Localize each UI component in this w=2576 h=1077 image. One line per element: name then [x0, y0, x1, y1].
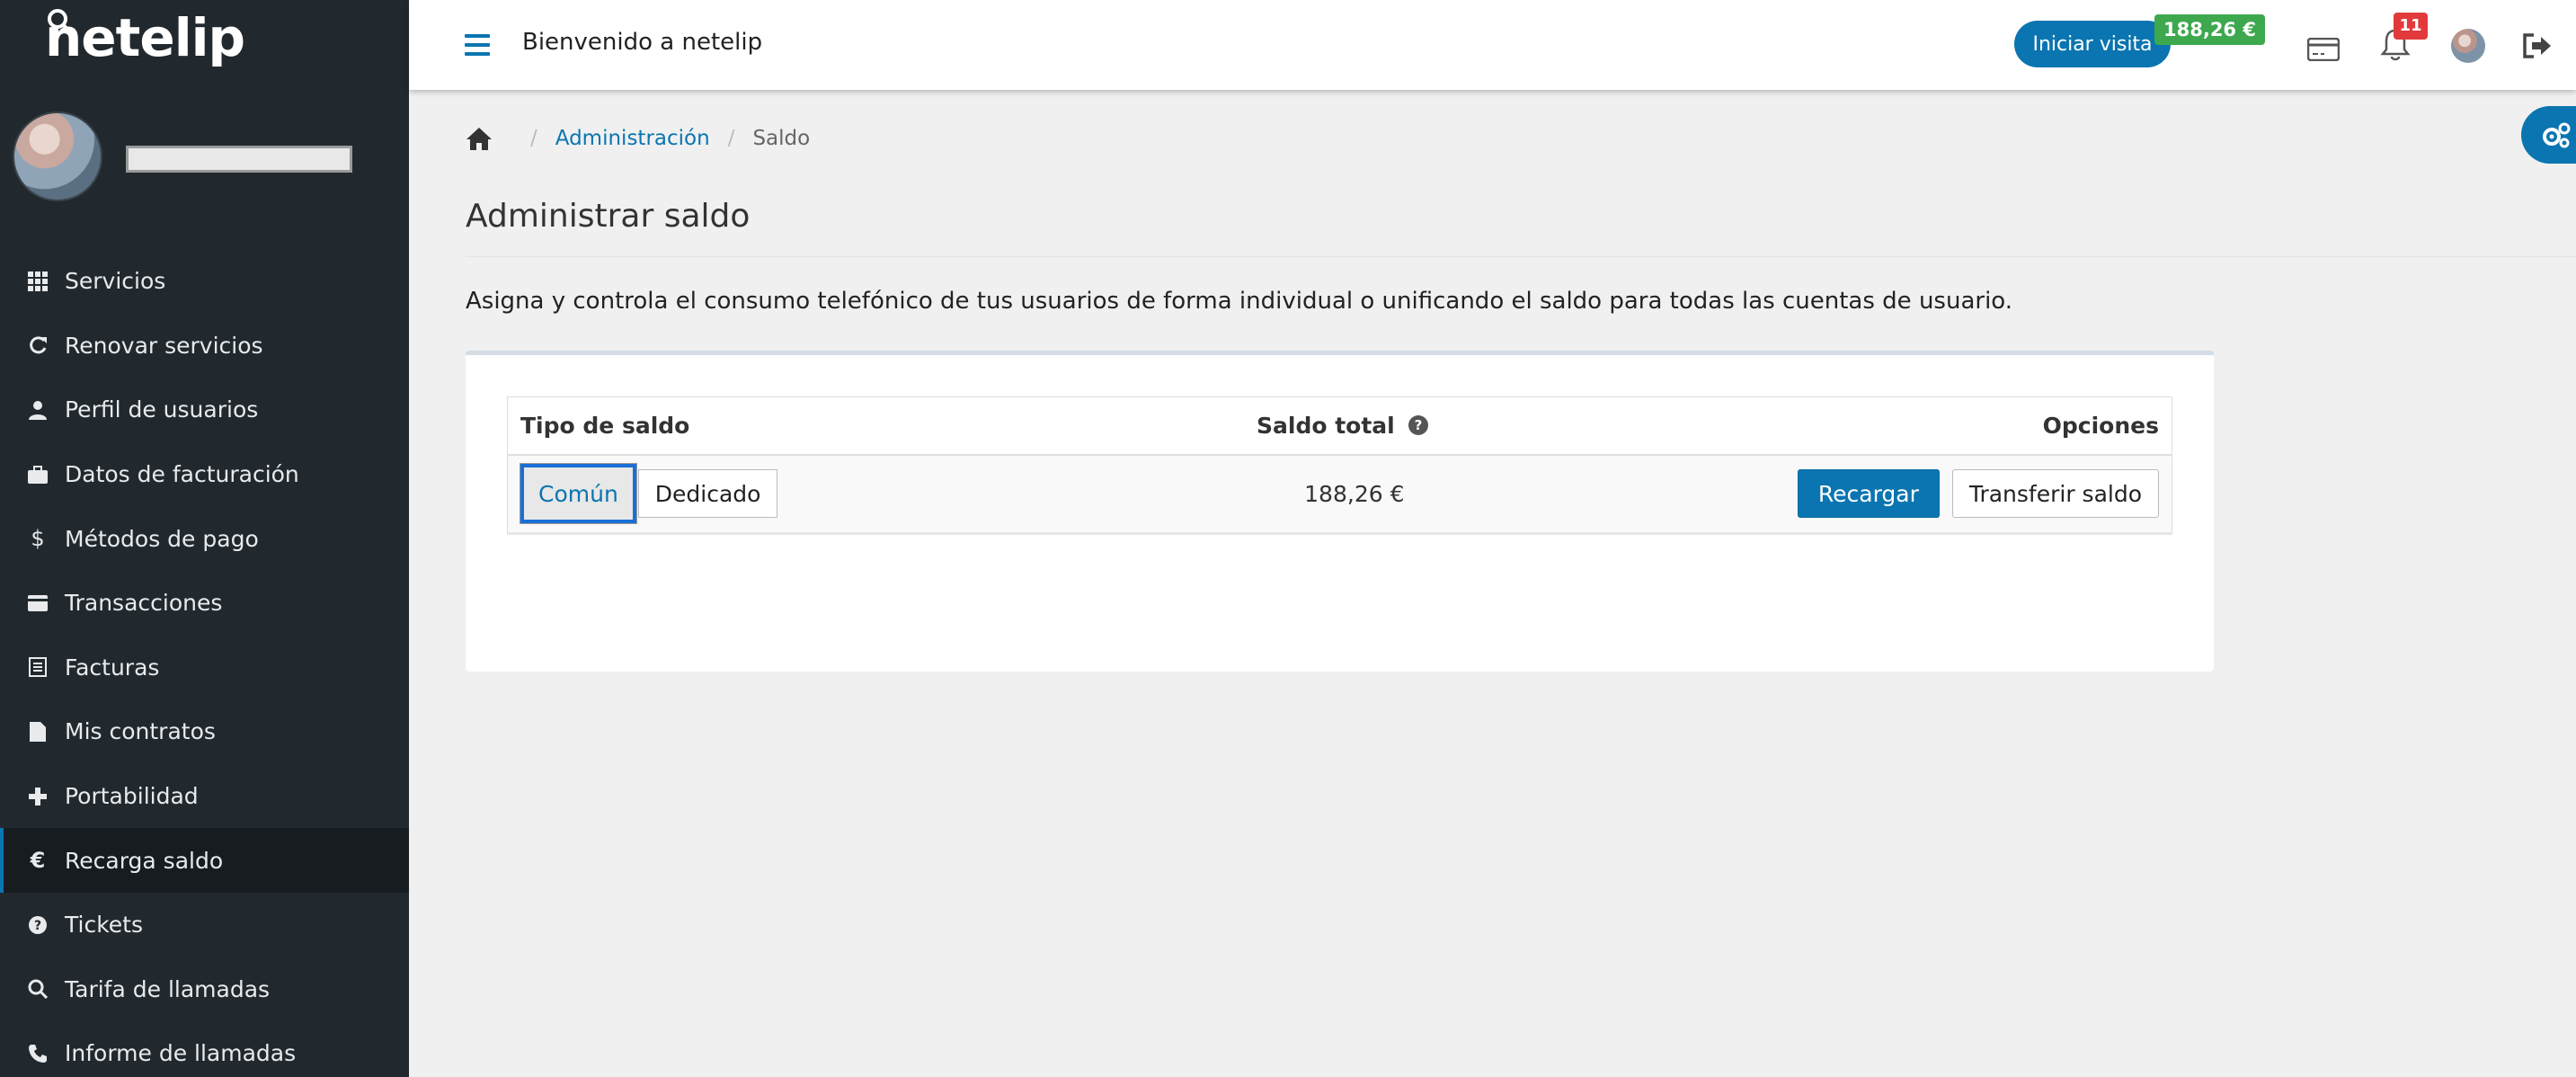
- sidebar-item-metodos-de-pago[interactable]: $ Métodos de pago: [0, 506, 409, 571]
- breadcrumb-separator: /: [727, 127, 735, 150]
- credit-card-icon[interactable]: [2307, 38, 2340, 61]
- balance-options-cell: Recargar Transferir saldo: [1442, 454, 2172, 535]
- transfer-balance-button[interactable]: Transferir saldo: [1951, 469, 2159, 519]
- page-description: Asigna y controla el consumo telefónico …: [466, 288, 2013, 315]
- sidebar-item-label: Perfil de usuarios: [65, 396, 259, 423]
- gears-icon: [2543, 122, 2571, 148]
- sidebar-item-label: Tarifa de llamadas: [65, 975, 271, 1002]
- page-title: Administrar saldo: [466, 198, 751, 235]
- list-icon: [27, 656, 49, 678]
- credit-card-icon: [27, 592, 49, 614]
- sidebar-item-label: Renovar servicios: [65, 332, 263, 359]
- column-header-type-label: Tipo de saldo: [520, 412, 690, 439]
- balance-table: Tipo de saldo Saldo total ? Opciones Com…: [507, 396, 2172, 535]
- topbar: Bienvenido a netelip Iniciar visita 188,…: [409, 0, 2576, 90]
- sidebar-item-recarga-saldo[interactable]: € Recarga saldo: [0, 828, 409, 893]
- balance-total-value: 188,26 €: [1304, 480, 1405, 507]
- logout-icon[interactable]: [2521, 32, 2552, 59]
- sidebar-item-servicios[interactable]: Servicios: [0, 249, 409, 314]
- user-icon: [27, 399, 49, 421]
- plus-icon: [27, 786, 49, 807]
- column-header-total: Saldo total ?: [790, 396, 1443, 456]
- main-content: / Administración / Saldo Administrar sal…: [409, 90, 2576, 1077]
- sidebar-item-transacciones[interactable]: Transacciones: [0, 571, 409, 636]
- column-header-options: Opciones: [1442, 396, 2172, 456]
- refresh-icon: [27, 334, 49, 356]
- sidebar-item-portabilidad[interactable]: Portabilidad: [0, 764, 409, 829]
- sidebar-item-datos-de-facturacion[interactable]: Datos de facturación: [0, 442, 409, 507]
- breadcrumb: / Administración / Saldo: [466, 126, 810, 151]
- balance-total-cell: 188,26 €: [790, 454, 1443, 535]
- sidebar-item-label: Portabilidad: [65, 783, 199, 810]
- balance-type-dedicado-button[interactable]: Dedicado: [637, 469, 778, 519]
- briefcase-icon: [27, 464, 49, 485]
- balance-type-cell: Común Dedicado: [507, 454, 791, 535]
- sidebar: netelip Servicios Renovar servicios Perf…: [0, 0, 409, 1077]
- sidebar-item-label: Mis contratos: [65, 718, 216, 745]
- sidebar-item-mis-contratos[interactable]: Mis contratos: [0, 699, 409, 764]
- sidebar-item-tarifa-de-llamadas[interactable]: Tarifa de llamadas: [0, 957, 409, 1022]
- svg-text:?: ?: [1415, 417, 1423, 433]
- table-header-row: Tipo de saldo Saldo total ? Opciones: [507, 396, 2172, 456]
- column-header-options-label: Opciones: [2042, 412, 2159, 439]
- column-header-total-label: Saldo total: [1257, 412, 1395, 439]
- settings-panel-toggle[interactable]: [2521, 106, 2576, 164]
- recharge-button[interactable]: Recargar: [1797, 469, 1940, 519]
- home-icon[interactable]: [466, 126, 493, 151]
- balance-panel: Tipo de saldo Saldo total ? Opciones Com…: [466, 351, 2214, 672]
- breadcrumb-administracion[interactable]: Administración: [555, 127, 710, 150]
- file-icon: [27, 721, 49, 743]
- sidebar-item-informe-de-llamadas[interactable]: Informe de llamadas: [0, 1021, 409, 1077]
- logo[interactable]: netelip: [45, 7, 245, 68]
- start-visit-button[interactable]: Iniciar visita: [2014, 21, 2171, 67]
- column-header-type: Tipo de saldo: [507, 396, 791, 456]
- question-circle-icon: ?: [27, 914, 49, 936]
- sidebar-item-label: Métodos de pago: [65, 525, 259, 552]
- sidebar-item-tickets[interactable]: ? Tickets: [0, 893, 409, 957]
- grid-icon: [27, 271, 49, 292]
- sidebar-item-perfil-de-usuarios[interactable]: Perfil de usuarios: [0, 378, 409, 442]
- title-divider: [466, 256, 2576, 257]
- profile-name: [126, 146, 352, 173]
- notification-count-badge[interactable]: 11: [2394, 13, 2428, 40]
- sidebar-item-facturas[interactable]: Facturas: [0, 636, 409, 700]
- help-icon[interactable]: ?: [1408, 414, 1429, 436]
- sidebar-item-label: Informe de llamadas: [65, 1040, 297, 1067]
- profile-avatar[interactable]: [13, 111, 102, 201]
- welcome-text: Bienvenido a netelip: [522, 29, 763, 56]
- sidebar-item-label: Servicios: [65, 268, 166, 295]
- sidebar-item-label: Transacciones: [65, 590, 223, 617]
- balance-badge[interactable]: 188,26 €: [2154, 14, 2265, 45]
- search-icon: [27, 978, 49, 1000]
- balance-type-toggle: Común Dedicado: [520, 463, 778, 525]
- sidebar-item-label: Facturas: [65, 654, 160, 681]
- breadcrumb-saldo: Saldo: [752, 127, 811, 150]
- euro-icon: €: [30, 848, 46, 874]
- sidebar-item-label: Datos de facturación: [65, 461, 299, 488]
- svg-text:?: ?: [34, 919, 41, 933]
- phone-icon: [27, 1043, 49, 1064]
- sidebar-item-renovar-servicios[interactable]: Renovar servicios: [0, 314, 409, 378]
- sidebar-item-label: Tickets: [65, 912, 143, 939]
- dollar-icon: $: [31, 526, 45, 552]
- user-avatar[interactable]: [2451, 29, 2485, 63]
- breadcrumb-separator: /: [530, 127, 537, 150]
- menu-toggle-icon[interactable]: [465, 34, 490, 56]
- sidebar-nav: Servicios Renovar servicios Perfil de us…: [0, 249, 409, 1077]
- balance-type-comun-button[interactable]: Común: [520, 463, 637, 525]
- table-row: Común Dedicado 188,26 € Recargar Transfe…: [507, 454, 2172, 535]
- sidebar-item-label: Recarga saldo: [65, 847, 224, 874]
